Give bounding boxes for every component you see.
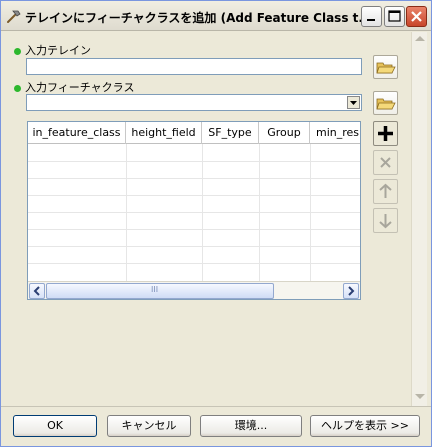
- input-fc-combobox[interactable]: [26, 94, 362, 111]
- table-row: [28, 161, 360, 162]
- maximize-icon: [388, 10, 401, 22]
- table-row: [28, 229, 360, 230]
- required-dot-icon: [14, 48, 21, 55]
- window-title: テレインにフィーチャクラスを追加 (Add Feature Class t...: [25, 11, 361, 25]
- dialog-footer: OK キャンセル 環境... ヘルプを表示 >>: [1, 406, 431, 446]
- browse-terrain-button[interactable]: [373, 55, 398, 79]
- browse-fc-button[interactable]: [373, 91, 398, 115]
- remove-row-button[interactable]: [373, 150, 398, 175]
- vertical-scrollbar[interactable]: [411, 32, 427, 406]
- close-icon: [411, 11, 422, 22]
- scroll-down-icon[interactable]: [415, 394, 425, 399]
- scroll-up-icon[interactable]: [415, 36, 425, 41]
- table-row: [28, 212, 360, 213]
- input-terrain-label: 入力テレイン: [25, 44, 91, 57]
- minimize-icon: [367, 19, 375, 21]
- chevron-right-icon: [348, 286, 355, 296]
- move-up-button[interactable]: [373, 179, 398, 204]
- horizontal-scrollbar[interactable]: III: [28, 281, 360, 299]
- cancel-button[interactable]: キャンセル: [107, 415, 191, 437]
- show-help-button[interactable]: ヘルプを表示 >>: [310, 415, 420, 437]
- maximize-button[interactable]: [384, 6, 405, 27]
- grid-line: [126, 144, 127, 282]
- title-bar[interactable]: テレインにフィーチャクラスを追加 (Add Feature Class t...: [1, 1, 431, 31]
- minimize-button[interactable]: [361, 6, 382, 27]
- ok-button[interactable]: OK: [13, 415, 97, 437]
- required-dot-icon: [14, 85, 21, 92]
- add-row-button[interactable]: [373, 121, 398, 146]
- scroll-grip: III: [151, 285, 159, 294]
- table-row: [28, 246, 360, 247]
- open-folder-icon: [376, 62, 396, 74]
- column-header-group[interactable]: Group: [259, 122, 310, 144]
- grid-line: [259, 144, 260, 282]
- move-down-button[interactable]: [373, 208, 398, 233]
- feature-class-table[interactable]: in_feature_class height_field SF_type Gr…: [27, 121, 361, 300]
- column-header-min-res[interactable]: min_res: [310, 122, 360, 144]
- scroll-thumb[interactable]: III: [46, 283, 274, 299]
- grid-line: [310, 144, 311, 282]
- chevron-down-icon: [350, 101, 357, 105]
- table-row: [28, 263, 360, 264]
- table-row: [28, 178, 360, 179]
- plus-icon: [378, 126, 393, 141]
- dropdown-button[interactable]: [347, 96, 360, 109]
- x-icon: [380, 157, 391, 168]
- input-terrain-field[interactable]: [26, 58, 362, 75]
- column-header-in-feature-class[interactable]: in_feature_class: [28, 122, 126, 144]
- close-button[interactable]: [406, 6, 427, 27]
- column-header-sf-type[interactable]: SF_type: [202, 122, 259, 144]
- column-header-height-field[interactable]: height_field: [126, 122, 202, 144]
- hammer-icon: [7, 10, 21, 23]
- dialog-content: 入力テレイン 入力フィーチャクラス in_feature_class heigh…: [5, 32, 427, 406]
- arrow-down-icon: [379, 214, 392, 229]
- table-header: in_feature_class height_field SF_type Gr…: [28, 122, 360, 144]
- table-row: [28, 195, 360, 196]
- arrow-up-icon: [379, 183, 392, 198]
- grid-line: [202, 144, 203, 282]
- chevron-left-icon: [33, 286, 40, 296]
- environments-button[interactable]: 環境...: [200, 415, 302, 437]
- scroll-left-button[interactable]: [29, 283, 45, 299]
- dialog-window: テレインにフィーチャクラスを追加 (Add Feature Class t...…: [0, 0, 432, 447]
- scroll-right-button[interactable]: [343, 283, 359, 299]
- input-fc-label: 入力フィーチャクラス: [25, 81, 135, 94]
- open-folder-icon: [376, 98, 396, 110]
